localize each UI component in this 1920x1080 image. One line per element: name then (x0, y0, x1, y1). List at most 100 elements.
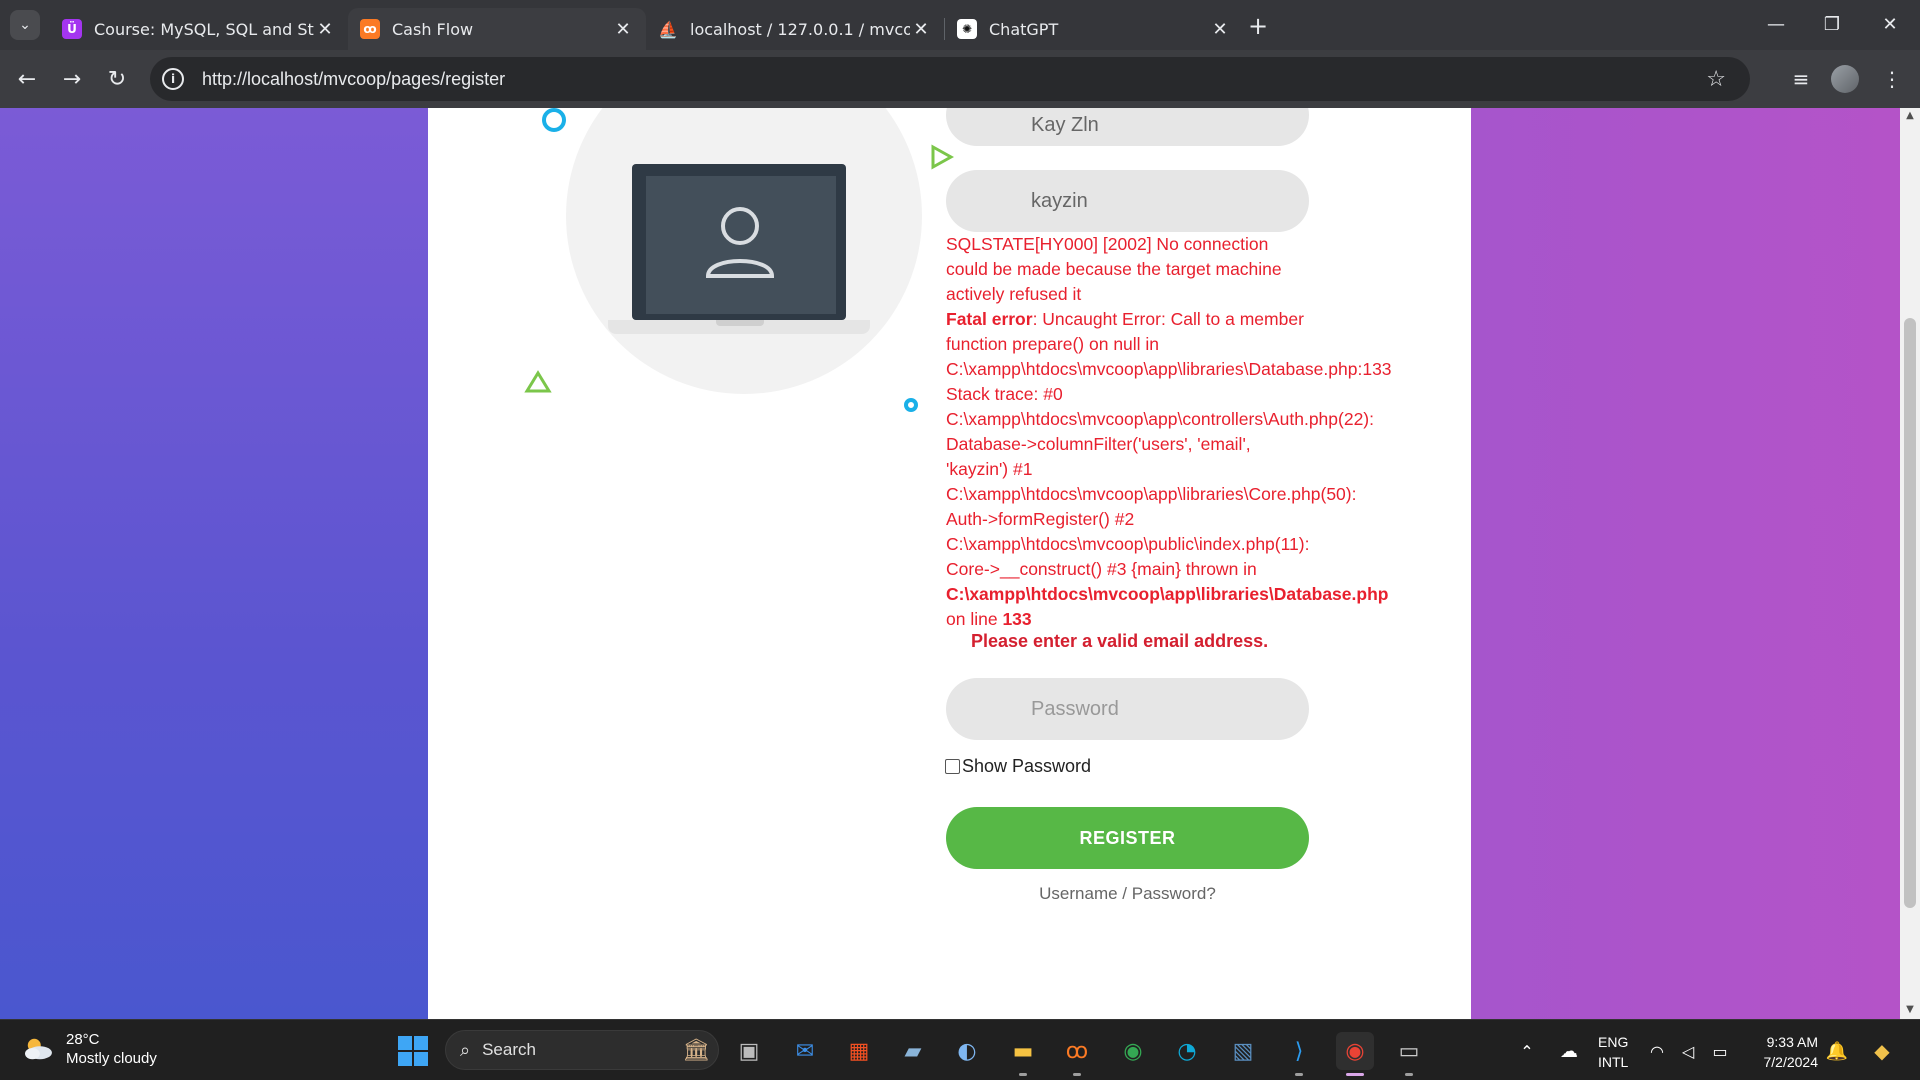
tab-title: localhost / 127.0.0.1 / mvcoop | (690, 19, 910, 39)
search-highlight-icon: 🏛 (682, 1037, 710, 1062)
name-value: Kay Zln (1031, 113, 1099, 136)
error-line: Auth->formRegister() #2 (946, 509, 1135, 529)
error-line: C:\xampp\htdocs\mvcoop\app\controllers\A… (946, 409, 1374, 429)
error-line: Database->columnFilter('users', 'email', (946, 434, 1251, 454)
back-arrow-icon[interactable]: ← (10, 62, 44, 96)
password-field[interactable]: Password (946, 678, 1309, 740)
show-password-toggle[interactable]: Show Password (945, 756, 1091, 777)
laptop-notch (716, 320, 764, 326)
system-clock[interactable]: 9:33 AM 7/2/2024 (1750, 1032, 1819, 1072)
file-path-text: C:\xampp\htdocs\mvcoop\app\libraries\Dat… (946, 584, 1389, 604)
error-line: : Uncaught Error: Call to a member (1032, 309, 1304, 329)
tab-chatgpt[interactable]: ✺ ChatGPT ✕ (945, 8, 1243, 50)
email-value: kayzin (1031, 189, 1088, 212)
media-control-icon[interactable]: ≡ (1784, 62, 1818, 96)
mail-app-icon[interactable]: ✉ (786, 1032, 824, 1070)
profile-avatar[interactable] (1828, 62, 1862, 96)
battery-icon[interactable]: ▭ (1705, 1032, 1735, 1070)
email-field[interactable]: kayzin (946, 170, 1309, 232)
mysql-workbench-icon[interactable]: ▧ (1224, 1032, 1262, 1070)
chrome-app-icon[interactable]: ◉ (1114, 1032, 1152, 1070)
vscode-app-icon[interactable]: ⟩ (1280, 1032, 1318, 1076)
edge-app-icon[interactable]: ◔ (1168, 1032, 1206, 1070)
fatal-error-label: Fatal error (946, 309, 1033, 329)
site-info-icon[interactable]: i (162, 68, 184, 90)
clock-date: 7/2/2024 (1763, 1054, 1819, 1070)
page-viewport: Kay Zln kayzin SQLSTATE[HY000] [2002] No… (0, 108, 1920, 1019)
page-scrollbar[interactable]: ▲ ▼ (1900, 108, 1920, 1019)
browser-toolbar: ← → ↻ i http://localhost/mvcoop/pages/re… (0, 50, 1920, 108)
whiteboard-app-icon[interactable]: ◐ (948, 1032, 986, 1070)
file-explorer-icon[interactable]: ▬ (1004, 1032, 1042, 1076)
tray-chevron-up-icon[interactable]: ⌃ (1508, 1032, 1546, 1070)
tab-close-icon[interactable]: ✕ (1209, 19, 1231, 40)
tab-close-icon[interactable]: ✕ (612, 19, 634, 40)
tab-close-icon[interactable]: ✕ (910, 19, 932, 40)
notepad-app-icon[interactable]: ▰ (894, 1032, 932, 1070)
windows-start-icon[interactable] (398, 1036, 428, 1066)
error-line-number: on line 133 (946, 607, 1396, 632)
address-bar[interactable]: i http://localhost/mvcoop/pages/register… (150, 57, 1750, 101)
forgot-password-link[interactable]: Password? (1132, 884, 1216, 903)
error-line: Stack trace: #0 (946, 384, 1063, 404)
error-line: Core->__construct() #3 {main} thrown in (946, 559, 1257, 579)
search-icon: ⌕ (460, 1039, 471, 1060)
scrollbar-thumb[interactable] (1904, 318, 1916, 908)
volume-icon[interactable]: ◁ (1673, 1032, 1703, 1070)
fatal-error-line: Fatal error: Uncaught Error: Call to a m… (946, 307, 1396, 332)
on-line-label: on line (946, 609, 1003, 629)
tab-search-dropdown-icon[interactable]: ⌄ (10, 10, 40, 40)
minimize-icon[interactable]: — (1748, 8, 1804, 40)
keyboard-layout: INTL (1598, 1054, 1629, 1070)
xampp-favicon-icon: ꝏ (360, 19, 380, 39)
restore-icon[interactable]: ❐ (1804, 8, 1860, 40)
copilot-icon[interactable]: ◆ (1862, 1032, 1902, 1070)
error-file-path: C:\xampp\htdocs\mvcoop\app\libraries\Dat… (946, 582, 1396, 607)
error-line: C:\xampp\htdocs\mvcoop\app\libraries\Dat… (946, 359, 1392, 379)
tab-cash-flow[interactable]: ꝏ Cash Flow ✕ (348, 8, 646, 50)
tab-phpmyadmin[interactable]: ⛵ localhost / 127.0.0.1 / mvcoop | ✕ (646, 8, 944, 50)
more-menu-icon[interactable]: ⋮ (1875, 62, 1909, 96)
taskbar-search[interactable]: ⌕ Search 🏛 (445, 1030, 719, 1070)
show-password-checkbox[interactable] (945, 759, 960, 774)
show-password-label: Show Password (962, 756, 1092, 776)
password-placeholder: Password (1031, 697, 1119, 720)
xampp-app-icon[interactable]: ꝏ (1058, 1032, 1096, 1076)
store-app-icon[interactable]: ▦ (840, 1032, 878, 1070)
name-field[interactable]: Kay Zln (946, 108, 1309, 146)
error-line: 'kayzin') #1 (946, 459, 1033, 479)
terminal-app-icon[interactable]: ▭ (1390, 1032, 1428, 1076)
bookmark-star-icon[interactable]: ☆ (1706, 67, 1726, 92)
tab-title: ChatGPT (989, 19, 1059, 39)
input-language[interactable]: ENG INTL (1598, 1032, 1628, 1072)
tab-close-icon[interactable]: ✕ (314, 19, 336, 40)
error-line: SQLSTATE[HY000] [2002] No connection (946, 234, 1269, 254)
onedrive-cloud-icon[interactable]: ☁ (1550, 1032, 1588, 1070)
udemy-favicon-icon: Ü (62, 19, 82, 39)
forward-arrow-icon[interactable]: → (55, 62, 89, 96)
weather-widget[interactable]: 28°C Mostly cloudy (20, 1030, 157, 1068)
error-line: C:\xampp\htdocs\mvcoop\app\libraries\Cor… (946, 484, 1357, 504)
cyan-ring-decoration (542, 108, 566, 132)
tab-course[interactable]: Ü Course: MySQL, SQL and Stored ✕ (50, 8, 348, 50)
close-window-icon[interactable]: ✕ (1862, 8, 1918, 40)
reload-icon[interactable]: ↻ (100, 62, 134, 96)
weather-description: Mostly cloudy (66, 1050, 157, 1067)
search-label: Search (482, 1040, 536, 1059)
wifi-icon[interactable]: ◠ (1640, 1032, 1674, 1070)
forgot-username-link[interactable]: Username (1039, 884, 1117, 903)
task-view-icon[interactable]: ▣ (730, 1032, 768, 1070)
error-line: could be made because the target machine (946, 259, 1282, 279)
url-text[interactable]: http://localhost/mvcoop/pages/register (202, 69, 505, 90)
browser-tab-strip: ⌄ Ü Course: MySQL, SQL and Stored ✕ ꝏ Ca… (0, 0, 1920, 50)
windows-taskbar: 28°C Mostly cloudy ⌕ Search 🏛 ▣ ✉ ▦ ▰ ◐ … (0, 1019, 1920, 1080)
green-play-triangle-decoration (931, 144, 954, 170)
scroll-down-arrow-icon[interactable]: ▼ (1904, 1004, 1916, 1015)
chrome-active-app-icon[interactable]: ◉ (1336, 1032, 1374, 1076)
scroll-up-arrow-icon[interactable]: ▲ (1904, 110, 1916, 121)
new-tab-icon[interactable]: + (1244, 12, 1272, 40)
error-line: function prepare() on null in (946, 334, 1160, 354)
email-validation-message: Please enter a valid email address. (971, 631, 1269, 651)
register-button[interactable]: REGISTER (946, 807, 1309, 869)
notification-bell-icon[interactable]: 🔔 (1822, 1032, 1852, 1070)
